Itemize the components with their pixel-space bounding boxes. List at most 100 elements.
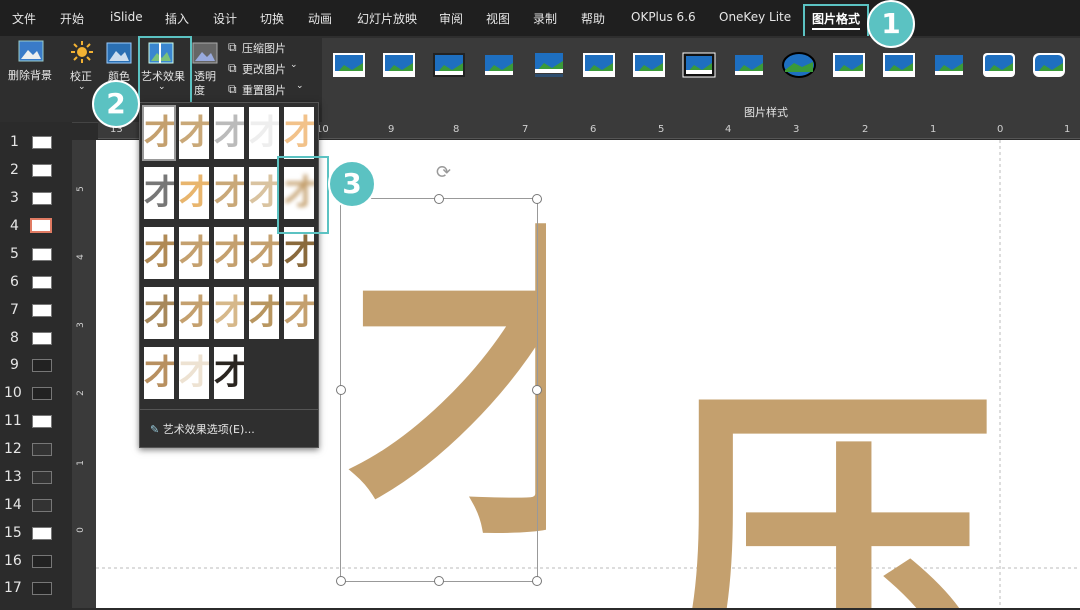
menu-islide[interactable]: iSlide [110, 10, 143, 24]
chevron-down-icon[interactable]: ⌄ [78, 82, 86, 92]
slide-thumbnail[interactable]: 12 [0, 438, 72, 460]
slide-preview[interactable] [32, 332, 52, 345]
picture-style-thumb[interactable] [382, 52, 416, 78]
compress-picture-button[interactable]: 压缩图片 [242, 40, 286, 56]
picture-style-thumb[interactable] [832, 52, 866, 78]
artistic-effect-option[interactable]: 才 [214, 287, 244, 339]
slide-thumbnail[interactable]: 10 [0, 382, 72, 404]
menu-home[interactable]: 开始 [60, 10, 84, 27]
resize-handle[interactable] [434, 576, 444, 586]
picture-style-thumb[interactable] [732, 52, 766, 78]
artistic-effect-option[interactable]: 才 [144, 287, 174, 339]
remove-background-button[interactable]: 删除背景 [8, 67, 52, 83]
slide-thumbnail[interactable]: 6 [0, 271, 72, 293]
artistic-effect-option[interactable]: 才 [179, 167, 209, 219]
menu-record[interactable]: 录制 [533, 10, 557, 27]
slide-thumbnail[interactable]: 1 [0, 131, 72, 153]
slide-thumbnail[interactable]: 17 [0, 577, 72, 599]
artistic-effect-option[interactable]: 才 [284, 287, 314, 339]
compress-icon[interactable]: ⧉ [228, 40, 237, 55]
artistic-effect-option[interactable]: 才 [249, 287, 279, 339]
artistic-effect-option[interactable]: 才 [214, 347, 244, 399]
artistic-effect-option[interactable]: 才 [144, 347, 174, 399]
transparency-button-2[interactable]: 度 [194, 82, 205, 98]
remove-background-icon[interactable] [18, 40, 44, 62]
slide-thumbnail[interactable]: 9 [0, 354, 72, 376]
artistic-effect-option[interactable]: 才 [179, 287, 209, 339]
picture-style-thumb[interactable] [332, 52, 366, 78]
color-icon[interactable] [106, 42, 132, 64]
artistic-effect-option[interactable]: 才 [144, 227, 174, 279]
artistic-effect-option[interactable]: 才 [284, 107, 314, 159]
chevron-down-icon[interactable]: ⌄ [296, 81, 304, 91]
slide-preview[interactable] [32, 527, 52, 540]
slide-thumbnail[interactable]: 3 [0, 187, 72, 209]
menu-transitions[interactable]: 切换 [260, 10, 284, 27]
picture-style-thumb[interactable] [882, 52, 916, 78]
slide-preview[interactable] [32, 443, 52, 456]
picture-style-thumb[interactable] [1032, 52, 1066, 78]
resize-handle[interactable] [532, 385, 542, 395]
menu-help[interactable]: 帮助 [581, 10, 605, 27]
slide-preview[interactable] [30, 218, 52, 233]
picture-style-thumb[interactable] [982, 52, 1016, 78]
artistic-effect-option[interactable]: 才 [179, 347, 209, 399]
artistic-effect-option[interactable]: 才 [249, 227, 279, 279]
artistic-effect-option[interactable]: 才 [249, 107, 279, 159]
change-picture-icon[interactable]: ⧉ [228, 61, 237, 76]
slide-preview[interactable] [32, 359, 52, 372]
picture-style-thumb[interactable] [782, 52, 816, 78]
menu-slideshow[interactable]: 幻灯片放映 [357, 10, 417, 27]
rotate-handle-icon[interactable]: ⟳ [436, 162, 451, 183]
picture-style-thumb[interactable] [682, 52, 716, 78]
artistic-effect-option[interactable]: 才 [214, 167, 244, 219]
picture-style-thumb[interactable] [582, 52, 616, 78]
chevron-down-icon[interactable]: ⌄ [290, 60, 298, 70]
slide-preview[interactable] [32, 415, 52, 428]
slide-preview[interactable] [32, 582, 52, 595]
artistic-effect-option[interactable]: 才 [179, 107, 209, 159]
slide-preview[interactable] [32, 387, 52, 400]
menu-view[interactable]: 视图 [486, 10, 510, 27]
menu-review[interactable]: 审阅 [439, 10, 463, 27]
slide-thumbnail[interactable]: 2 [0, 159, 72, 181]
slide-preview[interactable] [32, 164, 52, 177]
picture-style-thumb[interactable] [432, 52, 466, 78]
slide-thumbnail[interactable]: 11 [0, 410, 72, 432]
slide-thumbnail[interactable]: 8 [0, 327, 72, 349]
menu-file[interactable]: 文件 [12, 10, 36, 27]
artistic-effect-none[interactable]: 才 [142, 105, 176, 161]
slide-thumbnail[interactable]: 7 [0, 299, 72, 321]
artistic-effect-option[interactable]: 才 [214, 227, 244, 279]
resize-handle[interactable] [336, 576, 346, 586]
reset-picture-icon[interactable]: ⧉ [228, 82, 237, 97]
artistic-effect-option[interactable]: 才 [249, 167, 279, 219]
slide-preview[interactable] [32, 555, 52, 568]
slide-thumbnail[interactable]: 14 [0, 494, 72, 516]
slide-preview[interactable] [32, 304, 52, 317]
slide-preview[interactable] [32, 499, 52, 512]
slide-thumbnail-selected[interactable]: 4 [0, 215, 72, 237]
slide-preview[interactable] [32, 471, 52, 484]
slide-thumbnail[interactable]: 5 [0, 243, 72, 265]
resize-handle[interactable] [336, 385, 346, 395]
picture-style-thumb[interactable] [632, 52, 666, 78]
slide-thumbnail[interactable]: 13 [0, 466, 72, 488]
slide-preview[interactable] [32, 248, 52, 261]
artistic-effects-options-button[interactable]: ✎ 艺术效果选项(E)... [150, 421, 255, 437]
resize-handle[interactable] [532, 194, 542, 204]
reset-picture-button[interactable]: 重置图片 [242, 82, 286, 98]
sun-icon[interactable] [70, 40, 94, 64]
picture-style-thumb[interactable] [532, 52, 566, 78]
picture-style-thumb[interactable] [482, 52, 516, 78]
menu-insert[interactable]: 插入 [165, 10, 189, 27]
resize-handle[interactable] [434, 194, 444, 204]
artistic-effect-option[interactable]: 才 [214, 107, 244, 159]
slide-thumbnail[interactable]: 15 [0, 522, 72, 544]
menu-okplus[interactable]: OKPlus 6.6 [631, 10, 696, 24]
artistic-effect-option[interactable]: 才 [144, 167, 174, 219]
slide-preview[interactable] [32, 276, 52, 289]
transparency-icon[interactable] [192, 42, 218, 64]
picture-style-thumb[interactable] [932, 52, 966, 78]
slide-preview[interactable] [32, 192, 52, 205]
